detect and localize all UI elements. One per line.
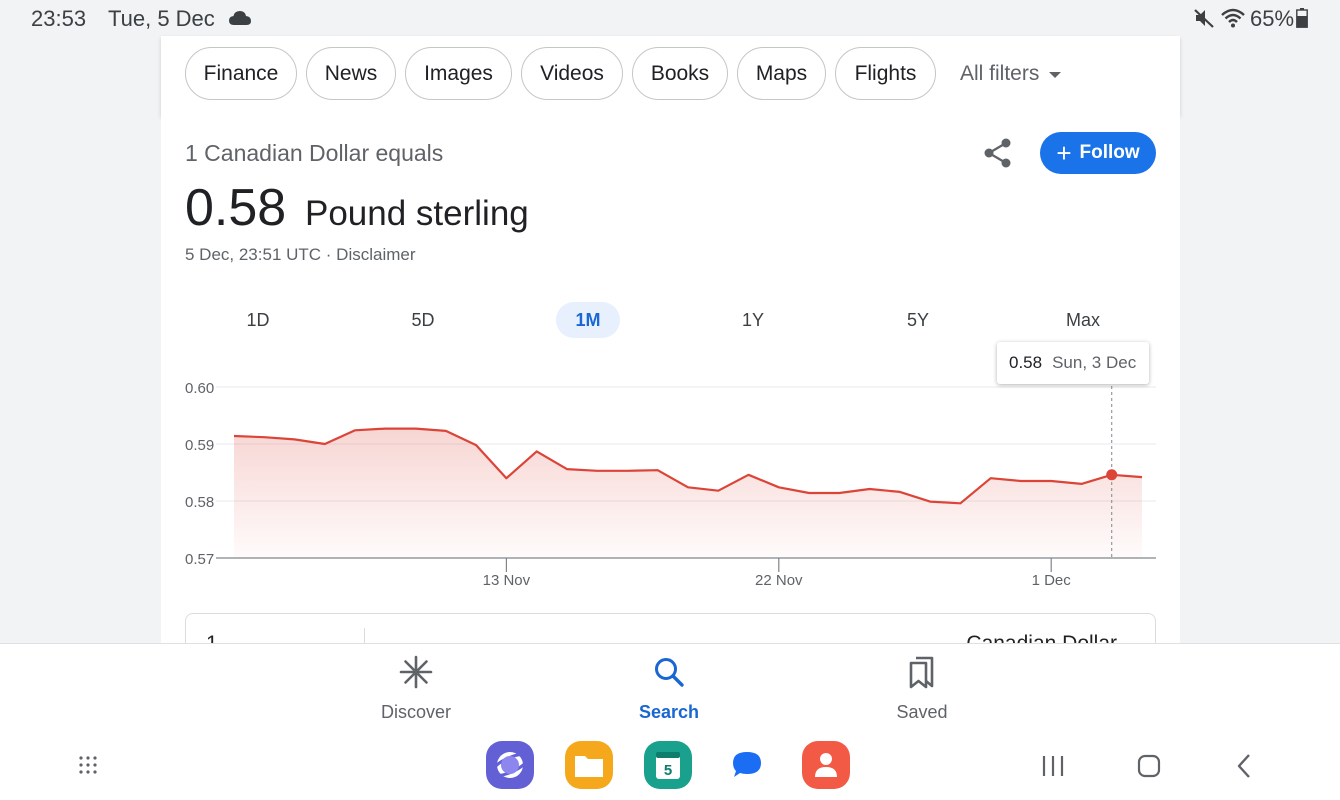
chart-y-tick-label: 0.58: [185, 494, 214, 511]
files-app-icon[interactable]: [565, 741, 613, 789]
search-filter-bar: Finance News Images Videos Books Maps Fl…: [161, 36, 1180, 116]
chip-books[interactable]: Books: [632, 47, 728, 100]
chart-y-tick-label: 0.59: [185, 437, 214, 454]
rate-timestamp[interactable]: 5 Dec, 23:51 UTC · Disclaimer: [185, 245, 416, 265]
chip-videos[interactable]: Videos: [521, 47, 623, 100]
chip-flights[interactable]: Flights: [835, 47, 936, 100]
follow-button[interactable]: + Follow: [1040, 132, 1156, 174]
taskbar: 5: [0, 733, 1340, 800]
wifi-icon: [1221, 8, 1245, 28]
bottom-navigation: Discover Search Saved: [0, 643, 1340, 733]
back-icon[interactable]: [1230, 751, 1260, 781]
tooltip-date: Sun, 3 Dec: [1052, 353, 1137, 372]
range-tab-1d[interactable]: 1D: [226, 302, 290, 338]
nav-discover-label: Discover: [380, 702, 451, 722]
nav-search[interactable]: Search: [609, 654, 729, 730]
saved-icon: [909, 656, 934, 689]
follow-label: Follow: [1079, 142, 1140, 163]
search-icon: [655, 658, 684, 687]
chart-x-tick-label: 13 Nov: [483, 572, 531, 589]
chart-y-tick-label: 0.57: [185, 551, 214, 568]
contacts-app-icon[interactable]: [802, 741, 850, 789]
nav-saved-label: Saved: [896, 702, 948, 722]
plus-icon: +: [1056, 138, 1072, 168]
range-tab-1m[interactable]: 1M: [556, 302, 620, 338]
chip-images[interactable]: Images: [405, 47, 512, 100]
chart-tooltip: 0.58 Sun, 3 Dec: [997, 342, 1149, 384]
rate-unit: Pound sterling: [305, 194, 529, 233]
chart-highlight-point: [1106, 469, 1118, 481]
chip-finance[interactable]: Finance: [185, 47, 297, 100]
cloud-icon: [229, 11, 251, 25]
rate-value: 0.58: [185, 179, 287, 237]
discover-icon: [399, 655, 433, 689]
status-date: Tue, 5 Dec: [108, 6, 215, 31]
chart-x-tick-label: 1 Dec: [1032, 572, 1072, 589]
chart-y-tick-label: 0.60: [185, 380, 214, 397]
recent-apps-icon[interactable]: [1038, 751, 1068, 781]
messages-app-icon[interactable]: [723, 741, 771, 789]
battery-percent: 65%: [1250, 6, 1295, 31]
chart-area-fill: [234, 428, 1142, 558]
nav-saved[interactable]: Saved: [862, 654, 982, 730]
range-tab-1y[interactable]: 1Y: [721, 302, 785, 338]
nav-discover[interactable]: Discover: [356, 654, 476, 730]
nav-search-label: Search: [638, 702, 700, 722]
currency-card: 1 Canadian Dollar equals 0.58 Pound ster…: [161, 116, 1180, 674]
share-icon[interactable]: [981, 136, 1015, 170]
internet-app-icon[interactable]: [486, 741, 534, 789]
range-tab-5d[interactable]: 5D: [391, 302, 455, 338]
calendar-day-text: 5: [664, 762, 672, 779]
chip-maps[interactable]: Maps: [737, 47, 826, 100]
tooltip-value: 0.58: [1009, 353, 1043, 372]
chip-news[interactable]: News: [306, 47, 396, 100]
calendar-app-icon[interactable]: 5: [644, 741, 692, 789]
home-icon[interactable]: [1134, 751, 1164, 781]
equals-label: 1 Canadian Dollar equals: [185, 140, 444, 166]
caret-down-icon: [1049, 72, 1062, 78]
mute-icon: [1194, 9, 1214, 28]
status-time: 23:53: [31, 6, 87, 31]
range-tab-5y[interactable]: 5Y: [886, 302, 950, 338]
all-filters-button[interactable]: All filters: [960, 47, 1062, 100]
chart-x-tick-label: 22 Nov: [755, 572, 803, 589]
all-filters-label: All filters: [960, 61, 1040, 85]
status-bar: 23:53 Tue, 5 Dec 65%: [0, 0, 1340, 36]
range-tab-max[interactable]: Max: [1051, 302, 1115, 338]
battery-icon: [1296, 8, 1308, 28]
app-drawer-icon[interactable]: [78, 755, 98, 775]
